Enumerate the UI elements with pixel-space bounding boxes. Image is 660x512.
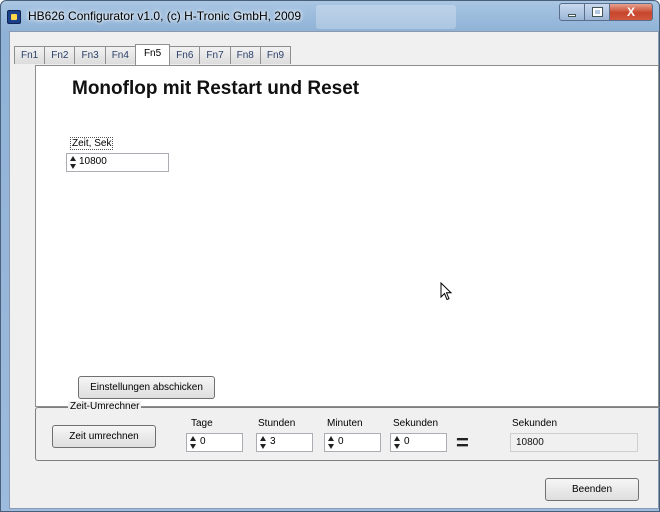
hours-value[interactable]: 3 [270, 436, 276, 447]
hours-stepper[interactable]: 3 [256, 433, 313, 452]
maximize-button[interactable] [585, 3, 610, 21]
tab-strip: Fn1 Fn2 Fn3 Fn4 Fn5 Fn6 Fn7 Fn8 Fn9 [14, 44, 292, 65]
close-icon: X [626, 5, 635, 19]
seconds-value[interactable]: 0 [404, 436, 410, 447]
app-icon[interactable] [7, 10, 21, 24]
window-title: HB626 Configurator v1.0, (c) H-Tronic Gm… [28, 9, 301, 23]
minutes-value[interactable]: 0 [338, 436, 344, 447]
mouse-cursor-icon [440, 282, 453, 301]
title-bar[interactable]: HB626 Configurator v1.0, (c) H-Tronic Gm… [1, 1, 659, 31]
time-converter-group: Zeit-Umrechner Zeit umrechnen Tage 0 Stu… [35, 401, 660, 461]
maximize-icon [591, 7, 603, 17]
tab-fn5[interactable]: Fn5 [134, 44, 171, 65]
convert-time-button[interactable]: Zeit umrechnen [52, 425, 156, 448]
days-value[interactable]: 0 [200, 436, 206, 447]
stepper-arrows-icon[interactable] [188, 435, 197, 450]
time-converter-legend: Zeit-Umrechner [68, 401, 142, 412]
close-button[interactable]: X [610, 3, 653, 21]
stepper-arrows-icon[interactable] [258, 435, 267, 450]
tab-fn4[interactable]: Fn4 [104, 46, 136, 64]
tab-fn6[interactable]: Fn6 [169, 46, 201, 64]
time-seconds-label: Zeit, Sek [70, 137, 114, 150]
minutes-label: Minuten [327, 418, 363, 429]
result-seconds-field: 10800 [510, 433, 638, 452]
tab-fn8[interactable]: Fn8 [229, 46, 261, 64]
tab-fn7[interactable]: Fn7 [199, 46, 231, 64]
minimize-icon [568, 13, 576, 17]
submit-settings-button[interactable]: Einstellungen abschicken [78, 376, 215, 399]
title-bar-highlight [316, 5, 456, 29]
seconds-label: Sekunden [393, 418, 439, 429]
equals-sign: = [456, 430, 469, 455]
window-controls: X [559, 3, 653, 21]
days-label: Tage [191, 418, 213, 429]
app-window: HB626 Configurator v1.0, (c) H-Tronic Gm… [0, 0, 660, 512]
minimize-button[interactable] [559, 3, 585, 21]
seconds-stepper[interactable]: 0 [390, 433, 447, 452]
days-stepper[interactable]: 0 [186, 433, 243, 452]
stepper-arrows-icon[interactable] [68, 155, 77, 170]
stepper-arrows-icon[interactable] [392, 435, 401, 450]
tab-fn3[interactable]: Fn3 [74, 46, 106, 64]
tab-fn9[interactable]: Fn9 [259, 46, 292, 64]
time-seconds-stepper[interactable]: 10800 [66, 153, 169, 172]
quit-button[interactable]: Beenden [545, 478, 639, 501]
tab-panel-fn5: Monoflop mit Restart und Reset Zeit, Sek… [35, 65, 659, 407]
time-seconds-value[interactable]: 10800 [79, 156, 107, 167]
hours-label: Stunden [258, 418, 296, 429]
result-seconds-label: Sekunden [512, 418, 558, 429]
client-area: Fn1 Fn2 Fn3 Fn4 Fn5 Fn6 Fn7 Fn8 Fn9 Mono… [9, 31, 660, 509]
tab-fn2[interactable]: Fn2 [44, 46, 76, 64]
tab-fn1[interactable]: Fn1 [14, 46, 46, 64]
page-title: Monoflop mit Restart und Reset [72, 78, 360, 99]
minutes-stepper[interactable]: 0 [324, 433, 381, 452]
stepper-arrows-icon[interactable] [326, 435, 335, 450]
